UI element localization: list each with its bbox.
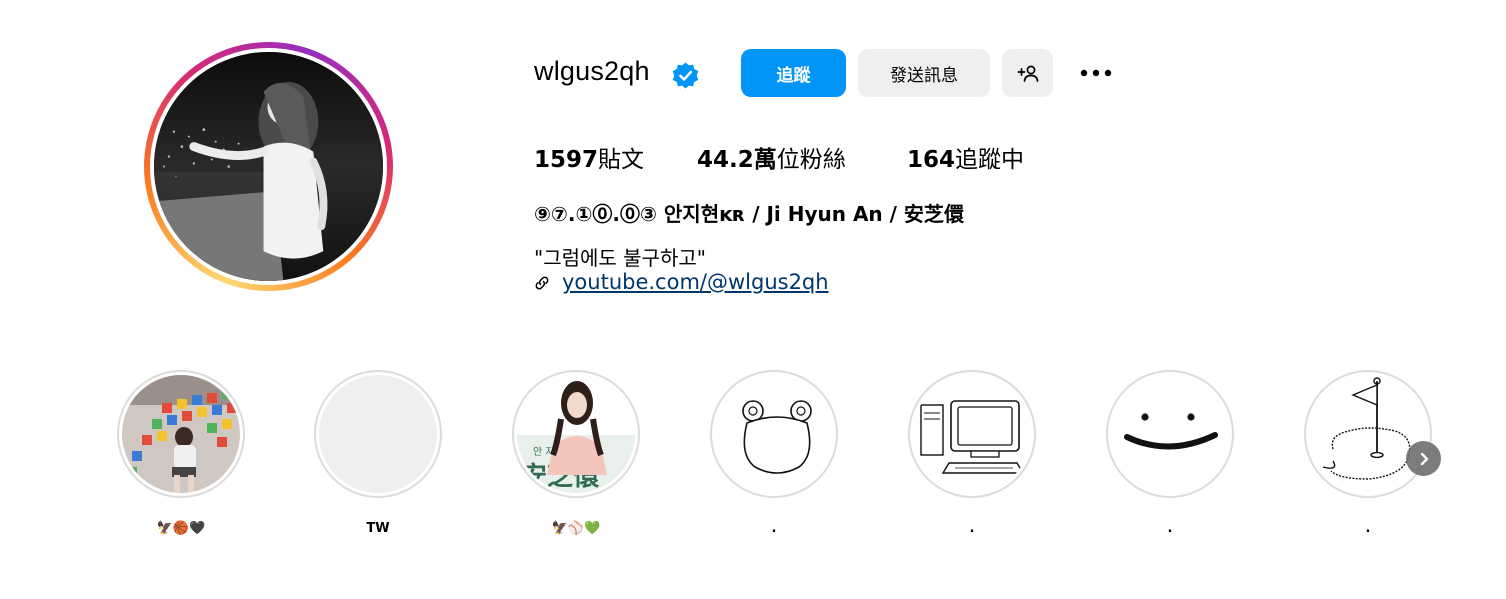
highlight-cover[interactable] [1106,370,1234,498]
highlight-label: 🦅⚾💚 [551,521,601,536]
verified-badge-icon [672,62,699,89]
highlight-image [1309,375,1427,493]
highlight-cover[interactable] [117,370,245,498]
posts-count: 1597 [534,147,599,173]
highlight-image [319,375,437,493]
highlight-label: . [771,521,777,536]
highlight-item[interactable]: . [908,370,1036,536]
golf-flag-drawing-image [1322,377,1411,480]
followers-label: 位粉絲 [776,147,846,173]
avatar-image [154,52,383,281]
highlight-item[interactable]: . [1304,370,1432,536]
following-label: 追蹤中 [955,147,1025,173]
chevron-right-icon [1420,452,1428,465]
following-count: 164 [907,147,956,173]
highlight-cover[interactable] [710,370,838,498]
bio-name: ⑨⑦.①⓪.⓪③ 안지현ᴋʀ / Ji Hyun An / 安芝儇 [534,202,964,226]
message-button[interactable]: 發送訊息 [858,49,990,97]
highlight-label: . [969,521,975,536]
highlight-cover[interactable] [314,370,442,498]
smiley-drawing-image [1124,413,1218,450]
highlight-item[interactable]: . [1106,370,1234,536]
followers-stat[interactable]: 44.2萬位粉絲 [697,140,846,174]
highlight-image [715,375,833,493]
highlight-item[interactable]: 안 지 현 安芝儇 🦅⚾💚 [512,370,640,536]
highlight-image: 안 지 현 安芝儇 [517,375,635,493]
portrait-photo-image: 안 지 현 安芝儇 [517,375,635,493]
posts-label: 貼文 [598,147,645,173]
posts-stat: 1597貼文 [534,140,644,174]
bear-drawing-image [742,400,812,474]
more-options-icon [1080,69,1112,77]
highlight-item[interactable]: TW [314,370,442,536]
avatar-ring-gap [150,48,387,285]
bio-text: "그럼에도 불구하고" [534,246,706,270]
profile-username: wlgus2qh [534,56,650,86]
bio-link[interactable]: youtube.com/@wlgus2qh [562,270,829,294]
highlight-item[interactable]: 🦅🏀🖤 [117,370,245,536]
highlight-label: . [1167,521,1173,536]
follow-button[interactable]: 追蹤 [741,49,846,97]
more-options-button[interactable] [1076,58,1116,88]
highlight-cover[interactable] [1304,370,1432,498]
stadium-photo-image [122,375,240,493]
highlight-image [913,375,1031,493]
suggest-accounts-button[interactable] [1002,49,1053,97]
computer-drawing-image [920,400,1025,474]
highlight-label: . [1365,521,1371,536]
highlight-cover[interactable]: 안 지 현 安芝儇 [512,370,640,498]
highlight-item[interactable]: . [710,370,838,536]
profile-avatar[interactable] [144,42,393,291]
following-stat[interactable]: 164追蹤中 [907,140,1024,174]
highlight-label: TW [366,521,390,536]
followers-count: 44.2萬 [697,147,777,173]
highlight-image [122,375,240,493]
add-user-icon [1017,65,1038,82]
avatar-photo [154,52,383,281]
highlights-next-button[interactable] [1406,441,1441,476]
highlight-cover[interactable] [908,370,1036,498]
highlight-label: 🦅🏀🖤 [156,521,206,536]
highlight-image [1111,375,1229,493]
link-icon [535,276,549,290]
